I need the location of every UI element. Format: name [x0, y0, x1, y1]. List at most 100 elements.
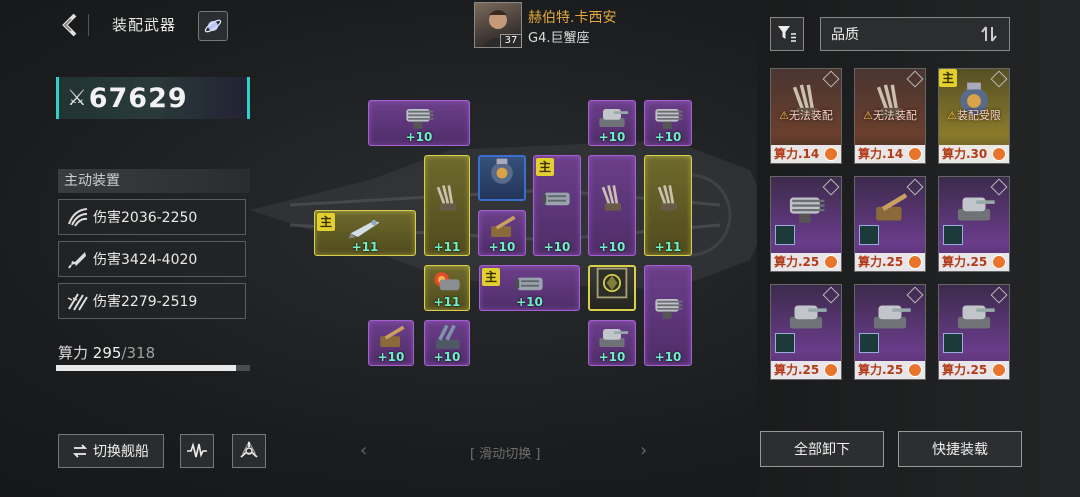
slot-flame-tall[interactable]: +11 — [424, 265, 470, 311]
slot-level: +10 — [488, 240, 516, 254]
compute-max: /318 — [121, 344, 156, 362]
gear-coin-icon — [908, 147, 922, 161]
slot-artillery-bottom[interactable]: +10 — [424, 320, 470, 366]
back-button[interactable] — [56, 10, 84, 40]
slot-level: +10 — [433, 350, 461, 364]
swipe-hint-label: 滑动切换 — [479, 447, 532, 462]
claw-icon — [65, 204, 91, 230]
slot-level: +11 — [351, 240, 379, 254]
inventory-card[interactable]: ⚠装配受限主算力.30 — [938, 68, 1010, 164]
main-weapon-tag: 主 — [536, 158, 554, 176]
heavy-icon — [539, 180, 575, 220]
shield-icon — [594, 265, 630, 305]
inventory-list[interactable]: ⚠无法装配 算力.14 ⚠无法装配 算力.14 ⚠装配受限主算力.30 算力.25 算力.2… — [766, 64, 1024, 420]
pilot-name: 赫伯特.卡西安 — [528, 10, 617, 26]
inventory-card[interactable]: 算力.25 — [938, 284, 1010, 380]
slot-turret-bottom[interactable]: +10 — [588, 320, 636, 366]
unequip-all-button[interactable]: 全部卸下 — [760, 431, 884, 467]
element-badge-icon — [943, 333, 963, 353]
slot-claw-tall-3[interactable]: +11 — [644, 155, 692, 256]
pilot-level: 37 — [500, 34, 522, 48]
equip-warning-text: 无法装配 — [788, 109, 833, 122]
slot-shield-frame[interactable] — [588, 265, 636, 311]
compute-bar-fill — [56, 365, 236, 371]
slot-gatling-tall[interactable]: +10 — [644, 265, 692, 366]
gear-coin-icon — [908, 363, 922, 377]
gear-coin-icon — [824, 147, 838, 161]
sort-order-icon — [981, 26, 997, 42]
compute-current: 295 — [92, 344, 122, 362]
combat-power-value: 67629 — [88, 82, 188, 114]
filter-button[interactable] — [770, 17, 804, 51]
sort-select[interactable]: 品质 — [820, 17, 1010, 51]
triad-button[interactable] — [232, 434, 266, 468]
slot-claw-tall-2[interactable]: +10 — [588, 155, 636, 256]
inventory-card[interactable]: ⚠无法装配 算力.14 — [854, 68, 926, 164]
stat-row-multi-missile: 伤害2279-2519 — [58, 283, 246, 319]
slot-level: +10 — [543, 240, 571, 254]
main-weapon-tag: 主 — [317, 213, 335, 231]
inventory-card[interactable]: 算力.25 — [854, 284, 926, 380]
slot-gatling-top-2[interactable]: +10 — [644, 100, 692, 146]
slot-level: +10 — [654, 350, 682, 364]
quick-equip-button[interactable]: 快捷装载 — [898, 431, 1022, 467]
slot-cannon-wide-main[interactable]: +10 主 — [479, 265, 580, 311]
equip-warning: ⚠无法装配 — [771, 107, 841, 123]
slot-cannon-bottom-1[interactable]: +10 — [368, 320, 414, 366]
multi-missile-icon — [65, 288, 91, 314]
element-badge-icon — [943, 225, 963, 245]
slot-core-blue[interactable] — [478, 155, 526, 201]
warning-icon: ⚠ — [779, 109, 789, 122]
warning-icon: ⚠ — [947, 109, 957, 122]
waveform-button[interactable] — [180, 434, 214, 468]
triad-icon — [240, 440, 258, 458]
stat-text: 伤害2036-2250 — [93, 210, 198, 226]
compute-readout: 算力 295/318 — [58, 342, 155, 363]
claw-icon — [594, 180, 630, 220]
filter-icon — [778, 26, 796, 42]
gear-coin-icon — [992, 255, 1006, 269]
inventory-card[interactable]: 算力.25 — [770, 176, 842, 272]
slot-turret-top-1[interactable]: +10 — [588, 100, 636, 146]
slot-claw-tall-1[interactable]: +11 — [424, 155, 470, 256]
combat-power: ⚔ 67629 — [56, 77, 250, 119]
slot-level: +11 — [433, 295, 461, 309]
slot-heavy-main[interactable]: +10 主 — [533, 155, 581, 256]
equip-warning-text: 无法装配 — [872, 109, 917, 122]
active-devices-label: 主动装置 — [58, 169, 250, 193]
missile-icon — [65, 246, 91, 272]
gear-coin-icon — [908, 255, 922, 269]
equip-warning: ⚠无法装配 — [855, 107, 925, 123]
swipe-hint: [ 滑动切换 ] — [470, 447, 541, 462]
slot-level: +10 — [516, 295, 543, 309]
slot-cannon-mid[interactable]: +10 — [478, 210, 526, 256]
stat-row-claw: 伤害2036-2250 — [58, 199, 246, 235]
element-badge-icon — [859, 225, 879, 245]
chevron-left-icon — [62, 13, 77, 37]
slot-gatling-top-wide[interactable]: +10 — [368, 100, 470, 146]
gatling-icon — [650, 290, 686, 330]
main-weapon-tag: 主 — [939, 69, 957, 87]
stat-text: 伤害3424-4020 — [93, 252, 198, 268]
gear-coin-icon — [824, 363, 838, 377]
pilot-rank: G4.巨蟹座 — [528, 31, 590, 46]
inventory-card[interactable]: 算力.25 — [938, 176, 1010, 272]
slot-level: +10 — [598, 240, 626, 254]
slot-level: +11 — [433, 240, 461, 254]
element-badge-icon — [859, 333, 879, 353]
inventory-card[interactable]: 算力.25 — [770, 284, 842, 380]
equip-warning: ⚠装配受限 — [939, 107, 1009, 123]
switch-ship-label: 切换舰船 — [93, 444, 149, 460]
inventory-card[interactable]: ⚠无法装配 算力.14 — [770, 68, 842, 164]
inventory-card[interactable]: 算力.25 — [854, 176, 926, 272]
swipe-right-icon[interactable]: › — [640, 440, 647, 461]
planet-button[interactable] — [198, 11, 228, 41]
slot-missile-main[interactable]: +11 主 — [314, 210, 416, 256]
slot-level: +10 — [405, 130, 433, 144]
element-badge-icon — [775, 225, 795, 245]
stat-text: 伤害2279-2519 — [93, 294, 198, 310]
main-weapon-tag: 主 — [482, 268, 500, 286]
switch-ship-button[interactable]: 切换舰船 — [58, 434, 164, 468]
claw-icon — [650, 180, 686, 220]
swipe-left-icon[interactable]: ‹ — [360, 440, 367, 461]
